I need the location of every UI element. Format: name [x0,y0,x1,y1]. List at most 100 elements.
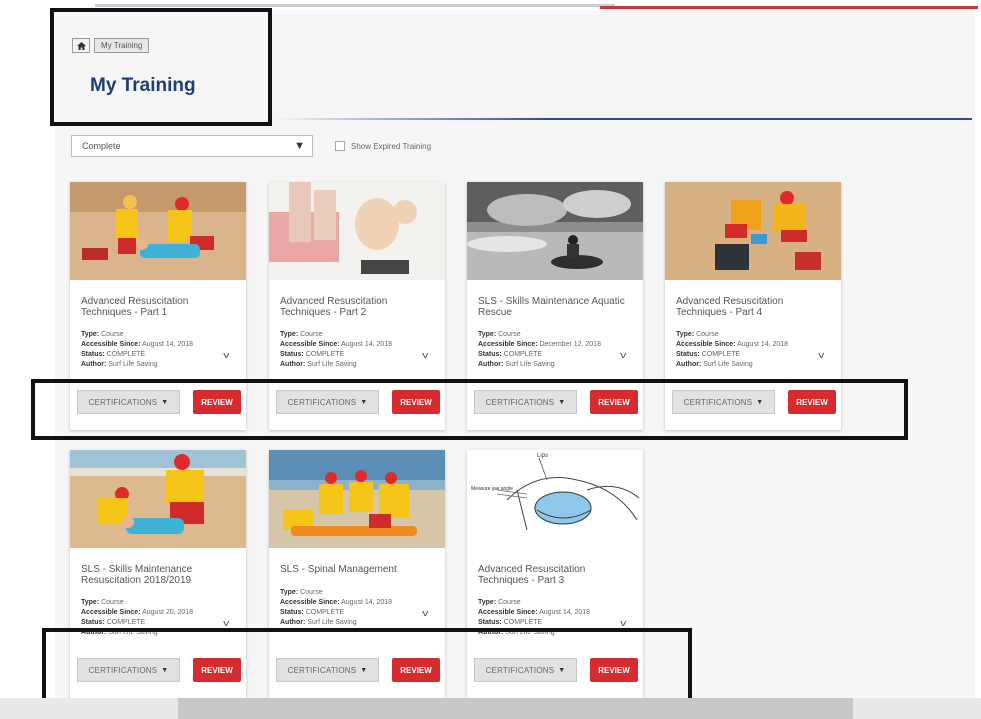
course-meta: Type: Course Accessible Since: August 14… [478,598,620,638]
diagram-label-lips: Lips [537,453,548,459]
course-meta: Type: Course Accessible Since: December … [478,330,620,370]
status-label: Status: [81,619,105,626]
certifications-button[interactable]: CERTIFICATIONS ▼ [77,658,180,682]
course-card: SLS - Skills Maintenance Aquatic Rescue … [467,182,643,430]
expand-chevron-icon[interactable]: v [422,608,428,618]
course-card: Advanced Resuscitation Techniques - Part… [269,182,445,430]
course-card: Lips Measure jaw angle Advanced Resuscit… [467,450,643,698]
status-label: Status: [676,351,700,358]
course-author: Surf Life Saving [505,629,555,636]
expand-chevron-icon[interactable]: v [818,350,824,360]
status-filter-select[interactable]: Complete ▼ [71,135,313,157]
status-label: Status: [478,619,502,626]
certifications-button[interactable]: CERTIFICATIONS ▼ [474,390,577,414]
certifications-button[interactable]: CERTIFICATIONS ▼ [276,390,379,414]
certifications-label: CERTIFICATIONS [287,665,357,675]
type-label: Type: [280,331,299,338]
course-type: Course [101,599,124,606]
status-filter-value: Complete [82,141,121,151]
caret-down-icon: ▼ [558,666,566,674]
course-type: Course [300,589,323,596]
status-label: Status: [280,351,304,358]
course-thumbnail [269,182,445,280]
review-button[interactable]: REVIEW [193,390,241,414]
accessible-since-label: Accessible Since: [280,599,340,606]
course-accessible-since: August 14, 2018 [341,599,393,606]
author-label: Author: [478,361,504,368]
type-label: Type: [81,599,100,606]
course-meta: Type: Course Accessible Since: August 14… [81,330,223,370]
review-button[interactable]: REVIEW [788,390,836,414]
course-meta: Type: Course Accessible Since: August 20… [81,598,223,638]
review-button[interactable]: REVIEW [193,658,241,682]
course-title[interactable]: Advanced Resuscitation Techniques - Part… [676,296,831,318]
course-thumbnail [665,182,841,280]
course-thumbnail: Lips Measure jaw angle [467,450,643,548]
review-button[interactable]: REVIEW [590,658,638,682]
certifications-button[interactable]: CERTIFICATIONS ▼ [474,658,577,682]
breadcrumb-item-my-training[interactable]: My Training [94,38,150,53]
home-icon[interactable] [72,38,90,53]
course-status: COMPLETE [305,351,345,358]
course-type: Course [300,331,323,338]
author-label: Author: [676,361,702,368]
type-label: Type: [478,331,497,338]
course-title[interactable]: SLS - Skills Maintenance Resuscitation 2… [81,564,236,586]
course-title[interactable]: Advanced Resuscitation Techniques - Part… [478,564,633,586]
course-accessible-since: December 12, 2018 [539,341,601,348]
caret-down-icon: ▼ [161,398,169,406]
review-button[interactable]: REVIEW [392,390,440,414]
accessible-since-label: Accessible Since: [676,341,736,348]
course-thumbnail [269,450,445,548]
expand-chevron-icon[interactable]: v [223,618,229,628]
course-status: COMPLETE [106,619,146,626]
expand-chevron-icon[interactable]: v [223,350,229,360]
diagram-label-measure: Measure jaw angle [471,486,513,492]
expand-chevron-icon[interactable]: v [422,350,428,360]
top-rule-red [600,6,978,9]
expand-chevron-icon[interactable]: v [620,350,626,360]
course-accessible-since: August 14, 2018 [539,609,591,616]
course-thumbnail [467,182,643,280]
course-card: Advanced Resuscitation Techniques - Part… [70,182,246,430]
expand-chevron-icon[interactable]: v [620,618,626,628]
accessible-since-label: Accessible Since: [478,341,538,348]
status-label: Status: [280,609,304,616]
show-expired-toggle[interactable]: Show Expired Training [335,141,431,151]
course-card: Advanced Resuscitation Techniques - Part… [665,182,841,430]
course-card: SLS - Skills Maintenance Resuscitation 2… [70,450,246,698]
certifications-label: CERTIFICATIONS [485,665,555,675]
review-button[interactable]: REVIEW [590,390,638,414]
course-status: COMPLETE [503,351,543,358]
course-thumbnail [70,450,246,548]
accessible-since-label: Accessible Since: [280,341,340,348]
course-title[interactable]: SLS - Skills Maintenance Aquatic Rescue [478,296,633,318]
type-label: Type: [81,331,100,338]
status-label: Status: [478,351,502,358]
certifications-button[interactable]: CERTIFICATIONS ▼ [276,658,379,682]
type-label: Type: [676,331,695,338]
breadcrumb: My Training [72,38,150,53]
caret-down-icon: ▼ [161,666,169,674]
course-meta: Type: Course Accessible Since: August 14… [280,330,422,370]
caret-down-icon: ▼ [360,398,368,406]
course-author: Surf Life Saving [505,361,555,368]
course-author: Surf Life Saving [108,361,158,368]
course-status: COMPLETE [503,619,543,626]
scrollbar-thumb[interactable] [178,698,853,719]
course-accessible-since: August 20, 2018 [142,609,194,616]
review-button[interactable]: REVIEW [392,658,440,682]
accessible-since-label: Accessible Since: [81,609,141,616]
course-title[interactable]: Advanced Resuscitation Techniques - Part… [280,296,435,318]
course-title[interactable]: SLS - Spinal Management [280,564,435,575]
certifications-label: CERTIFICATIONS [485,397,555,407]
accessible-since-label: Accessible Since: [81,341,141,348]
author-label: Author: [280,619,306,626]
show-expired-checkbox[interactable] [335,141,345,151]
certifications-button[interactable]: CERTIFICATIONS ▼ [77,390,180,414]
course-meta: Type: Course Accessible Since: August 14… [676,330,818,370]
certifications-button[interactable]: CERTIFICATIONS ▼ [672,390,775,414]
type-label: Type: [478,599,497,606]
course-title[interactable]: Advanced Resuscitation Techniques - Part… [81,296,236,318]
course-thumbnail [70,182,246,280]
